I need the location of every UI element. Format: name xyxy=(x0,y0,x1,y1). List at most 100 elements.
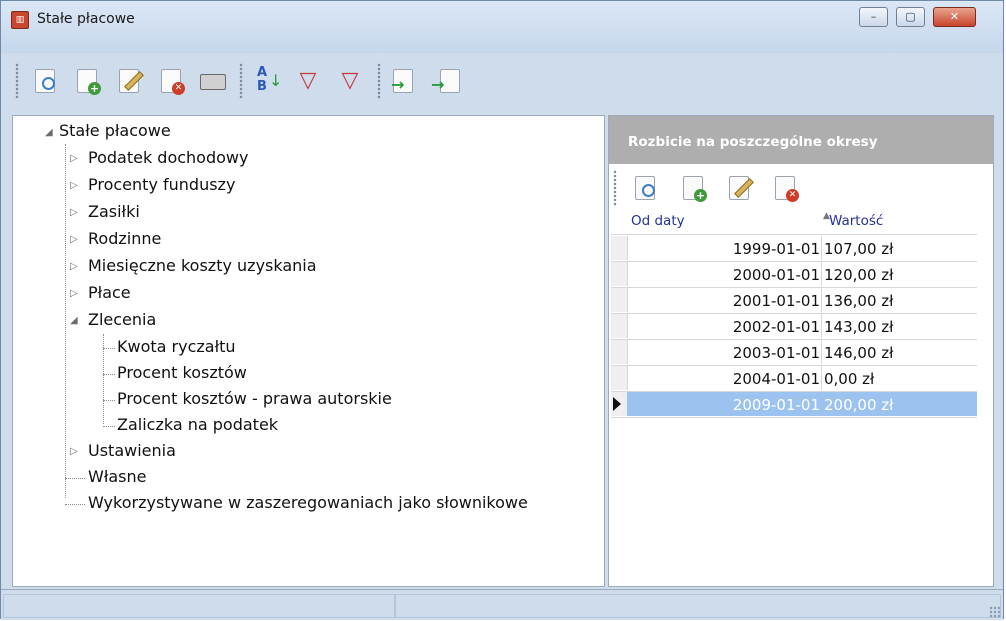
tree-connector xyxy=(103,374,115,375)
remove-icon: ✕ xyxy=(786,189,799,202)
column-header-od-daty[interactable]: Od daty xyxy=(631,213,685,229)
close-button[interactable]: ✕ xyxy=(933,7,976,27)
panel-preview-button[interactable] xyxy=(631,172,661,204)
toolbar-grip[interactable] xyxy=(15,63,19,99)
import-button[interactable]: → xyxy=(431,65,461,97)
collapse-arrow-icon[interactable]: ◢ xyxy=(45,124,53,142)
panel-title: Rozbicie na poszczególne okresy xyxy=(628,134,878,150)
table-row[interactable]: 2002-01-01 143,00 zł xyxy=(611,314,977,340)
tree-item-wlasne[interactable]: Własne xyxy=(88,468,147,486)
export-button[interactable]: → xyxy=(389,65,419,97)
tree-item-procent-kosztow-autorskie[interactable]: Procent kosztów - prawa autorskie xyxy=(117,390,392,408)
tree-item-ustawienia[interactable]: Ustawienia xyxy=(88,442,176,460)
toolbar-grip[interactable] xyxy=(613,170,617,206)
grid-header: Od daty ▲ Wartość xyxy=(611,210,977,235)
row-header[interactable] xyxy=(611,392,628,416)
printer-icon xyxy=(200,74,226,90)
expand-arrow-icon[interactable]: ▷ xyxy=(70,258,78,276)
expand-arrow-icon[interactable]: ▷ xyxy=(70,204,78,222)
status-bar xyxy=(1,589,1003,620)
row-header[interactable] xyxy=(611,340,628,364)
toolbar-separator xyxy=(377,63,381,99)
table-row[interactable]: 2000-01-01 120,00 zł xyxy=(611,262,977,288)
expand-arrow-icon[interactable]: ▷ xyxy=(70,177,78,195)
cell-date: 2003-01-01 xyxy=(732,344,820,362)
table-row[interactable]: 2001-01-01 136,00 zł xyxy=(611,288,977,314)
maximize-button[interactable]: ▢ xyxy=(896,7,925,27)
preview-button[interactable] xyxy=(31,65,61,97)
tree-item-koszty[interactable]: Miesięczne koszty uzyskania xyxy=(88,257,317,275)
remove-icon: ✕ xyxy=(172,82,185,95)
cell-date: 2001-01-01 xyxy=(732,292,820,310)
filter-edit-button[interactable]: ▽ xyxy=(293,65,323,97)
tree-item-zlecenia[interactable]: Zlecenia xyxy=(88,311,156,329)
tree-item-podatek[interactable]: Podatek dochodowy xyxy=(88,149,248,167)
tree-item-slownikowe[interactable]: Wykorzystywane w zaszeregowaniach jako s… xyxy=(88,494,528,512)
tree-connector xyxy=(65,504,85,505)
cell-date: 2004-01-01 xyxy=(732,370,820,388)
cell-date: 1999-01-01 xyxy=(732,240,820,258)
window-title: Stałe płacowe xyxy=(37,11,135,27)
filter-button[interactable]: ▽ xyxy=(335,65,365,97)
row-header[interactable] xyxy=(611,288,628,312)
periods-panel: Rozbicie na poszczególne okresy + ✕ Od d… xyxy=(608,115,994,587)
filter-icon: ▽ xyxy=(341,68,359,93)
cell-value: 107,00 zł xyxy=(824,240,894,258)
cell-value: 200,00 zł xyxy=(824,396,894,414)
add-button[interactable]: + xyxy=(73,65,103,97)
print-button[interactable] xyxy=(197,65,227,97)
arrow-down-icon: ↓ xyxy=(269,71,283,90)
tree-item-procenty[interactable]: Procenty funduszy xyxy=(88,176,235,194)
cell-value: 146,00 zł xyxy=(824,344,894,362)
table-row-selected[interactable]: 2009-01-01 200,00 zł xyxy=(611,392,977,418)
panel-delete-button[interactable]: ✕ xyxy=(771,172,801,204)
tree-item-rodzinne[interactable]: Rodzinne xyxy=(88,230,161,248)
table-row[interactable]: 1999-01-01 107,00 zł xyxy=(611,236,977,262)
main-toolbar: + ✕ AB ↓ ▽ ▽ → → xyxy=(15,61,995,101)
row-header[interactable] xyxy=(611,314,628,338)
tree-item-kwota-ryczaltu[interactable]: Kwota ryczałtu xyxy=(117,338,236,356)
edit-button[interactable] xyxy=(115,65,145,97)
expand-arrow-icon[interactable]: ▷ xyxy=(70,231,78,249)
expand-arrow-icon[interactable]: ▷ xyxy=(70,150,78,168)
delete-button[interactable]: ✕ xyxy=(157,65,187,97)
magnifier-icon xyxy=(42,77,55,90)
expand-arrow-icon[interactable]: ▷ xyxy=(70,443,78,461)
tree-connector xyxy=(65,478,85,479)
tree-item-procent-kosztow[interactable]: Procent kosztów xyxy=(117,364,247,382)
cell-date: 2002-01-01 xyxy=(732,318,820,336)
tree-view[interactable]: ◢ Stałe płacowe ▷ Podatek dochodowy ▷ Pr… xyxy=(12,115,605,587)
resize-grip[interactable] xyxy=(989,606,1001,618)
title-bar[interactable]: ▥ Stałe płacowe – ▢ ✕ xyxy=(1,1,1003,53)
collapse-arrow-icon[interactable]: ◢ xyxy=(70,312,78,330)
app-window: ▥ Stałe płacowe – ▢ ✕ + ✕ AB ↓ ▽ ▽ → → ◢… xyxy=(0,0,1004,620)
row-header[interactable] xyxy=(611,262,628,286)
table-row[interactable]: 2004-01-01 0,00 zł xyxy=(611,366,977,392)
row-header[interactable] xyxy=(611,236,628,260)
expand-arrow-icon[interactable]: ▷ xyxy=(70,285,78,303)
cell-value: 136,00 zł xyxy=(824,292,894,310)
table-row[interactable]: 2003-01-01 146,00 zł xyxy=(611,340,977,366)
sort-ab-icon: AB xyxy=(257,65,268,94)
minimize-button[interactable]: – xyxy=(859,7,888,27)
cell-value: 143,00 zł xyxy=(824,318,894,336)
panel-add-button[interactable]: + xyxy=(679,172,709,204)
tree-item-zaliczka[interactable]: Zaliczka na podatek xyxy=(117,416,278,434)
cell-value: 0,00 zł xyxy=(824,370,875,388)
panel-header: Rozbicie na poszczególne okresy xyxy=(609,116,993,164)
plus-icon: + xyxy=(694,189,707,202)
tree-connector xyxy=(65,144,66,498)
row-header[interactable] xyxy=(611,366,628,390)
app-icon: ▥ xyxy=(11,11,29,29)
plus-icon: + xyxy=(88,82,101,95)
column-header-wartosc[interactable]: Wartość xyxy=(829,213,883,229)
tree-item-place[interactable]: Płace xyxy=(88,284,131,302)
tree-connector xyxy=(103,426,115,427)
current-row-pointer-icon xyxy=(613,397,621,411)
tree-connector xyxy=(103,400,115,401)
panel-edit-button[interactable] xyxy=(725,172,755,204)
cell-date: 2000-01-01 xyxy=(732,266,820,284)
tree-root[interactable]: Stałe płacowe xyxy=(59,122,171,140)
tree-item-zasilki[interactable]: Zasiłki xyxy=(88,203,140,221)
sort-button[interactable]: AB ↓ xyxy=(251,65,283,97)
